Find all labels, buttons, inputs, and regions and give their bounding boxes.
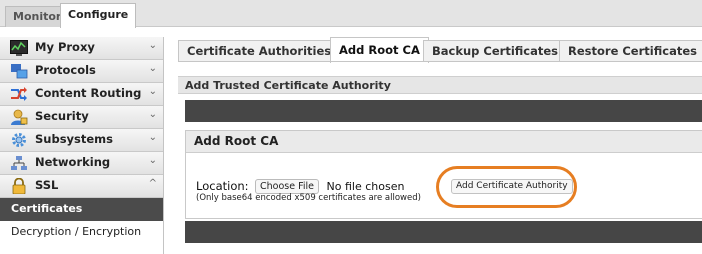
- sidebar-item-networking[interactable]: Networking ⌄: [0, 152, 163, 175]
- sidebar-subitem-certificates[interactable]: Certificates: [0, 198, 163, 221]
- header-bar: [185, 100, 702, 122]
- sidebar-item-label: SSL: [35, 178, 59, 192]
- sidebar-item-ssl[interactable]: SSL ^: [0, 175, 163, 198]
- sidebar-item-label: Subsystems: [35, 132, 114, 146]
- location-label: Location:: [196, 179, 249, 193]
- footer-bar: [185, 221, 702, 243]
- sidebar-item-my-proxy[interactable]: My Proxy ⌄: [0, 37, 163, 60]
- protocols-icon: [10, 63, 28, 79]
- certificate-hint: (Only base64 encoded x509 certificates a…: [196, 193, 421, 203]
- chevron-down-icon: ⌄: [148, 109, 157, 120]
- chevron-down-icon: ⌄: [148, 63, 157, 74]
- sidebar-item-subsystems[interactable]: Subsystems ⌄: [0, 129, 163, 152]
- chevron-up-icon: ^: [148, 178, 157, 189]
- tab-divider: [178, 61, 702, 62]
- sidebar-subitem-decryption-encryption[interactable]: Decryption / Encryption: [0, 221, 163, 244]
- monitor-chart-icon: [10, 40, 28, 56]
- network-icon: [10, 155, 28, 171]
- chevron-down-icon: ⌄: [148, 132, 157, 143]
- sidebar-item-label: Content Routing: [35, 86, 142, 100]
- no-file-text: No file chosen: [326, 180, 405, 193]
- chevron-down-icon: ⌄: [148, 40, 157, 51]
- highlight-circle: [436, 166, 577, 208]
- content-tab-bar: Certificate Authorities Add Root CA Back…: [178, 37, 702, 63]
- gear-icon: [10, 132, 28, 148]
- chevron-down-icon: ⌄: [148, 155, 157, 166]
- sidebar-item-content-routing[interactable]: Content Routing ⌄: [0, 83, 163, 106]
- sidebar-item-label: Networking: [35, 155, 111, 169]
- lock-icon: [10, 177, 28, 195]
- top-tab-bar: Monitor Configure: [0, 0, 702, 28]
- sidebar-item-protocols[interactable]: Protocols ⌄: [0, 60, 163, 83]
- chevron-down-icon: ⌄: [148, 86, 157, 97]
- section-title: Add Trusted Certificate Authority: [178, 76, 702, 94]
- location-row: Location: Choose File No file chosen: [196, 179, 404, 194]
- routing-arrows-icon: [10, 86, 28, 102]
- tab-certificate-authorities[interactable]: Certificate Authorities: [178, 40, 341, 62]
- sidebar-item-security[interactable]: Security ⌄: [0, 106, 163, 129]
- tab-configure[interactable]: Configure: [60, 3, 137, 28]
- sidebar: My Proxy ⌄ Protocols ⌄ Content Routing ⌄…: [0, 37, 164, 254]
- choose-file-button[interactable]: Choose File: [255, 179, 320, 194]
- sidebar-item-label: My Proxy: [35, 40, 95, 54]
- tab-backup-certificates[interactable]: Backup Certificates: [423, 40, 568, 62]
- sidebar-item-label: Security: [35, 109, 89, 123]
- tab-restore-certificates[interactable]: Restore Certificates: [559, 40, 702, 62]
- panel-title: Add Root CA: [186, 131, 702, 153]
- tab-add-root-ca[interactable]: Add Root CA: [330, 37, 429, 63]
- security-user-icon: [10, 109, 28, 125]
- sidebar-item-label: Protocols: [35, 63, 96, 77]
